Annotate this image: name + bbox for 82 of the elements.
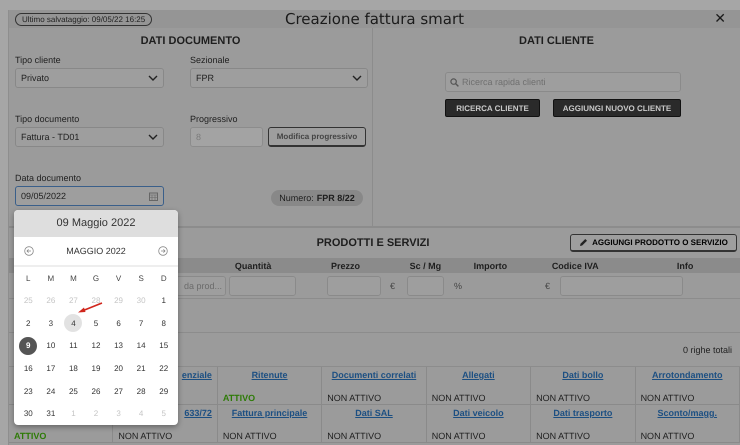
calendar-icon[interactable] xyxy=(149,192,158,200)
calendar-day[interactable]: 12 xyxy=(86,336,105,355)
weekday-label: S xyxy=(137,272,145,285)
calendar-day[interactable]: 11 xyxy=(64,336,82,355)
chevron-down-icon xyxy=(352,75,362,81)
calendar-day[interactable]: 6 xyxy=(110,314,128,332)
chevron-down-icon xyxy=(148,134,158,140)
calendar-day[interactable]: 24 xyxy=(42,382,60,400)
column-header: Info xyxy=(676,260,694,270)
weekday-label: V xyxy=(114,272,122,285)
calendar-day[interactable]: 10 xyxy=(42,336,60,355)
currency-label: € xyxy=(390,280,396,290)
calendar-day[interactable]: 3 xyxy=(42,314,60,332)
window-title: Creazione fattura smart xyxy=(285,10,464,28)
calendar-day[interactable]: 28 xyxy=(132,382,150,400)
column-header: Sc / Mg xyxy=(408,260,442,270)
calendar-day[interactable]: 15 xyxy=(154,336,173,355)
calendar-day[interactable]: 13 xyxy=(110,336,128,355)
status-label: NON ATTIVO xyxy=(222,431,278,441)
field-label: Tipo cliente xyxy=(15,54,62,67)
status-label: NON ATTIVO xyxy=(432,393,487,403)
calendar-day[interactable]: 23 xyxy=(19,382,38,400)
annotation-arrow-icon xyxy=(77,302,103,314)
calendar-day[interactable]: 8 xyxy=(154,314,173,332)
status-label: ATTIVO xyxy=(222,393,256,403)
section-heading: DATI CLIENTE xyxy=(518,34,595,49)
status-label: NON ATTIVO xyxy=(432,431,487,441)
date-field[interactable]: 09/05/2022 xyxy=(15,186,164,206)
calendar-day[interactable]: 7 xyxy=(132,314,150,332)
weekday-label: M xyxy=(69,272,78,285)
weekday-label: G xyxy=(92,272,100,285)
column-header: Importo xyxy=(472,260,508,270)
column-header: Quantità xyxy=(234,260,272,270)
dropdown[interactable]: Privato xyxy=(15,68,164,88)
status-label: NON ATTIVO xyxy=(536,393,591,403)
status-label: ATTIVO xyxy=(14,431,48,441)
status-label: NON ATTIVO xyxy=(640,431,696,441)
currency-label: € xyxy=(545,280,550,290)
client-button[interactable]: AGGIUNGI NUOVO CLIENTE xyxy=(553,99,681,117)
calendar-day[interactable]: 29 xyxy=(154,382,173,400)
section-heading: DATI DOCUMENTO xyxy=(140,34,242,49)
weekday-label: D xyxy=(160,272,168,285)
field-label: Tipo documento xyxy=(15,113,80,126)
calendar-day[interactable]: 2 xyxy=(19,314,38,332)
arrow-left-icon[interactable] xyxy=(24,246,34,256)
date-picker-header: 09 Maggio 2022 xyxy=(14,210,178,237)
number-badge: Numero: FPR 8/22 xyxy=(271,190,363,206)
month-label: MAGGIO 2022 xyxy=(66,246,126,256)
percent-label: % xyxy=(454,280,462,290)
weekday-label: M xyxy=(46,272,56,285)
client-button[interactable]: RICERCA CLIENTE xyxy=(445,99,540,117)
calendar-day[interactable]: 9 xyxy=(19,336,38,355)
chevron-down-icon xyxy=(148,75,158,81)
field-label: Progressivo xyxy=(190,113,239,126)
dropdown[interactable]: Fattura - TD01 xyxy=(15,127,164,147)
status-label: NON ATTIVO xyxy=(536,431,591,441)
calendar-day[interactable]: 5 xyxy=(86,314,105,332)
status-label: NON ATTIVO xyxy=(118,431,174,441)
dropdown[interactable]: FPR xyxy=(190,68,368,88)
calendar-day[interactable]: 30 xyxy=(19,404,38,423)
search-icon xyxy=(450,78,459,86)
add-product-button[interactable]: AGGIUNGI PRODOTTO O SERVIZIO xyxy=(570,234,737,252)
close-button[interactable]: ✕ xyxy=(714,11,734,27)
field-label: Sezionale xyxy=(190,54,231,67)
arrow-right-icon[interactable] xyxy=(158,246,168,256)
status-label: NON ATTIVO xyxy=(327,431,382,441)
calendar-day[interactable]: 26 xyxy=(86,382,105,400)
calendar-day[interactable]: 25 xyxy=(64,382,82,400)
pencil-icon xyxy=(579,238,588,247)
field-label: Data documento xyxy=(15,172,82,185)
status-label: NON ATTIVO xyxy=(327,393,382,403)
calendar-day[interactable]: 27 xyxy=(110,382,128,400)
column-header: Prezzo xyxy=(330,260,362,270)
status-label: NON ATTIVO xyxy=(640,393,696,403)
weekday-label: L xyxy=(25,272,32,285)
calendar-day[interactable]: 4 xyxy=(64,314,82,332)
last-save-label: Ultimo salvataggio: 09/05/22 16:25 xyxy=(15,12,152,26)
calendar-day[interactable]: 14 xyxy=(132,336,150,355)
calendar-day[interactable]: 31 xyxy=(42,404,60,423)
column-header: Codice IVA xyxy=(550,260,600,270)
section-heading: PRODOTTI E SERVIZI xyxy=(316,237,430,249)
calendar-day[interactable]: 1 xyxy=(154,292,173,310)
